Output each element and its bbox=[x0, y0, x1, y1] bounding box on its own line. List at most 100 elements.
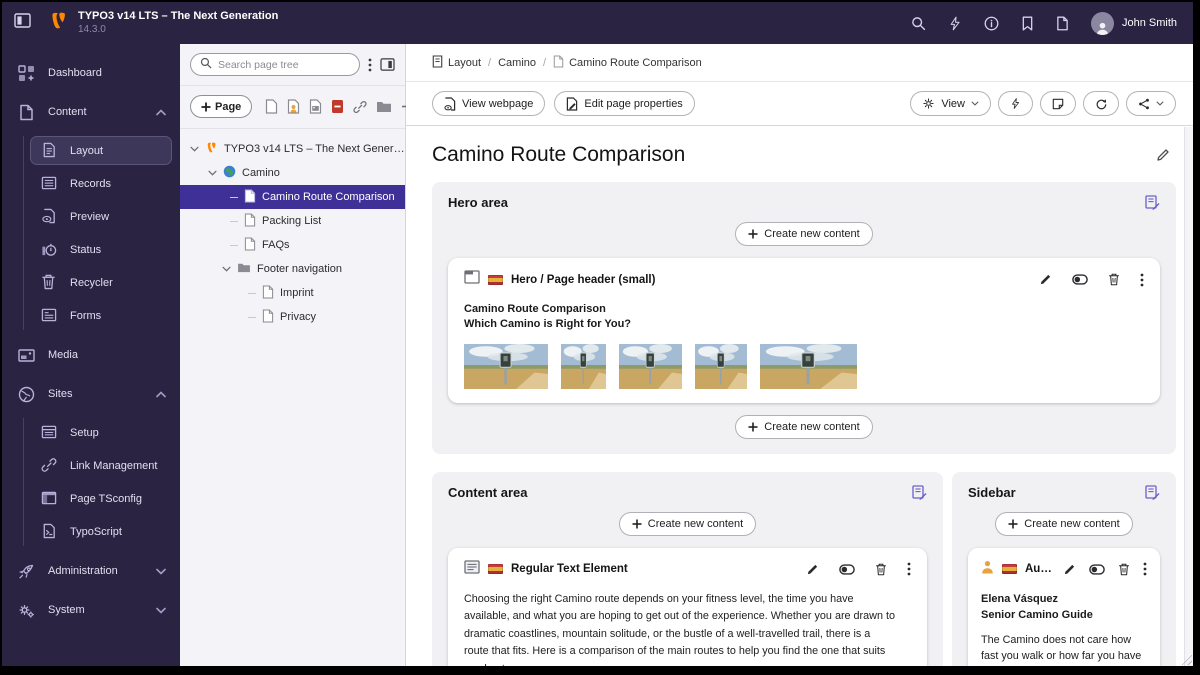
submodule-records[interactable]: Records bbox=[30, 169, 172, 198]
content-element-actions bbox=[806, 562, 911, 576]
create-new-content-button[interactable]: Create new content bbox=[735, 415, 872, 439]
collapse-tree-icon[interactable] bbox=[380, 58, 395, 71]
submodule-typoscript[interactable]: TypoScript bbox=[30, 517, 172, 546]
submodule-status[interactable]: Status bbox=[30, 235, 172, 264]
visibility-toggle-icon[interactable] bbox=[1072, 274, 1088, 285]
create-content-row: Create new content bbox=[448, 415, 1160, 439]
author-role: Senior Camino Guide bbox=[981, 607, 1147, 624]
share-dropdown[interactable] bbox=[1126, 91, 1176, 116]
submodule-label: Layout bbox=[70, 145, 103, 157]
page-icon bbox=[262, 285, 274, 302]
bolt-icon[interactable] bbox=[948, 16, 962, 31]
content-element-title: Regular Text Element bbox=[511, 563, 628, 575]
page-title: Camino Route Comparison bbox=[432, 143, 685, 167]
tree-node-label: FAQs bbox=[262, 239, 290, 251]
visibility-toggle-icon[interactable] bbox=[839, 564, 855, 575]
author-person-icon bbox=[981, 560, 994, 579]
create-new-content-button[interactable]: Create new content bbox=[619, 512, 756, 536]
delete-trash-icon[interactable] bbox=[875, 563, 887, 576]
edit-column-icon[interactable] bbox=[1145, 195, 1160, 210]
module-administration[interactable]: Administration bbox=[2, 556, 180, 586]
page-type-mount-icon[interactable] bbox=[309, 99, 322, 114]
page-icon bbox=[244, 213, 256, 230]
create-new-content-button[interactable]: Create new content bbox=[735, 222, 872, 246]
modulemenu-toggle-button[interactable] bbox=[2, 13, 42, 33]
tree-node-camino[interactable]: Camino bbox=[180, 161, 405, 185]
submodule-link-management[interactable]: Link Management bbox=[30, 451, 172, 480]
new-page-button[interactable]: Page bbox=[190, 95, 252, 118]
vertical-scrollbar[interactable] bbox=[1184, 127, 1193, 666]
page-type-link-icon[interactable] bbox=[353, 100, 367, 114]
chevron-down-icon[interactable] bbox=[208, 170, 217, 176]
info-icon[interactable] bbox=[984, 16, 999, 31]
module-system[interactable]: System bbox=[2, 595, 180, 625]
module-label: Content bbox=[48, 106, 143, 118]
kebab-menu-icon[interactable] bbox=[1143, 562, 1147, 576]
visibility-toggle-icon[interactable] bbox=[1089, 564, 1105, 575]
brand-titles: TYPO3 v14 LTS – The Next Generation 14.3… bbox=[78, 10, 278, 35]
notes-button[interactable] bbox=[1040, 91, 1076, 116]
view-mode-dropdown[interactable]: View bbox=[910, 91, 991, 116]
edit-column-icon[interactable] bbox=[912, 485, 927, 500]
submodule-recycler[interactable]: Recycler bbox=[30, 268, 172, 297]
page-type-folder-icon[interactable] bbox=[376, 100, 392, 113]
document-icon[interactable] bbox=[1056, 16, 1069, 31]
page-tree-toolbar: Page bbox=[180, 86, 405, 129]
kebab-menu-icon[interactable] bbox=[368, 58, 372, 72]
module-content[interactable]: Content bbox=[2, 97, 180, 127]
view-webpage-button[interactable]: View webpage bbox=[432, 91, 545, 116]
hero-thumbnail-image bbox=[760, 344, 857, 389]
edit-page-properties-button[interactable]: Edit page properties bbox=[554, 91, 694, 116]
status-icon bbox=[41, 241, 58, 258]
edit-pencil-icon[interactable] bbox=[1063, 563, 1076, 576]
content-element-hero-header: Hero / Page header (small) Camino Route … bbox=[448, 258, 1160, 403]
tree-node-packing-list[interactable]: Packing List bbox=[180, 209, 405, 233]
submodule-preview[interactable]: Preview bbox=[30, 202, 172, 231]
submodule-layout[interactable]: Layout bbox=[30, 136, 172, 165]
edit-pencil-icon[interactable] bbox=[1039, 273, 1052, 286]
cache-actions-button[interactable] bbox=[998, 91, 1033, 116]
submodule-setup[interactable]: Setup bbox=[30, 418, 172, 447]
tree-node-privacy[interactable]: Privacy bbox=[180, 305, 405, 329]
author-quote: The Camino does not care how fast you wa… bbox=[981, 632, 1147, 666]
page-type-standard-icon[interactable] bbox=[265, 99, 278, 114]
user-menu[interactable]: John Smith bbox=[1091, 12, 1177, 35]
breadcrumb-module[interactable]: Layout bbox=[432, 55, 481, 71]
bookmark-icon[interactable] bbox=[1021, 16, 1034, 31]
chevron-down-icon[interactable] bbox=[222, 266, 231, 272]
tree-node-imprint[interactable]: Imprint bbox=[180, 281, 405, 305]
search-input[interactable] bbox=[218, 59, 350, 71]
edit-column-icon[interactable] bbox=[1145, 485, 1160, 500]
screen-frame: TYPO3 v14 LTS – The Next Generation 14.3… bbox=[0, 0, 1200, 675]
delete-trash-icon[interactable] bbox=[1118, 563, 1130, 576]
tree-node-camino-route-comparison[interactable]: Camino Route Comparison bbox=[180, 185, 405, 209]
typo3-backend-window: TYPO3 v14 LTS – The Next Generation 14.3… bbox=[2, 2, 1193, 666]
chevron-down-icon[interactable] bbox=[190, 146, 199, 152]
create-new-content-button[interactable]: Create new content bbox=[995, 512, 1132, 536]
edit-pencil-icon[interactable] bbox=[806, 563, 819, 576]
submodule-page-tsconfig[interactable]: Page TSconfig bbox=[30, 484, 172, 513]
module-media[interactable]: Media bbox=[2, 340, 180, 370]
language-flag-icon bbox=[488, 564, 503, 574]
page-type-spacer-icon[interactable] bbox=[331, 99, 344, 114]
tree-node-faqs[interactable]: FAQs bbox=[180, 233, 405, 257]
module-sites[interactable]: Sites bbox=[2, 379, 180, 409]
column-title: Sidebar bbox=[968, 485, 1016, 500]
search-icon[interactable] bbox=[911, 16, 926, 31]
page-tree-panel: Page bbox=[180, 44, 406, 666]
tree-node-footer-navigation[interactable]: Footer navigation bbox=[180, 257, 405, 281]
edit-title-pencil-icon[interactable] bbox=[1156, 148, 1170, 162]
kebab-menu-icon[interactable] bbox=[1140, 273, 1144, 287]
submodule-label: Status bbox=[70, 244, 101, 256]
breadcrumb-parent[interactable]: Camino bbox=[498, 57, 536, 69]
page-tree-search[interactable] bbox=[190, 53, 360, 76]
page-type-backend-user-icon[interactable] bbox=[287, 99, 300, 114]
submodule-forms[interactable]: Forms bbox=[30, 301, 172, 330]
tree-node-root[interactable]: TYPO3 v14 LTS – The Next Generation bbox=[180, 137, 405, 161]
refresh-button[interactable] bbox=[1083, 91, 1119, 116]
breadcrumb-current[interactable]: Camino Route Comparison bbox=[553, 55, 702, 71]
delete-trash-icon[interactable] bbox=[1108, 273, 1120, 286]
hero-image-thumbnails bbox=[464, 344, 1144, 389]
kebab-menu-icon[interactable] bbox=[907, 562, 911, 576]
module-dashboard[interactable]: Dashboard bbox=[2, 58, 180, 88]
